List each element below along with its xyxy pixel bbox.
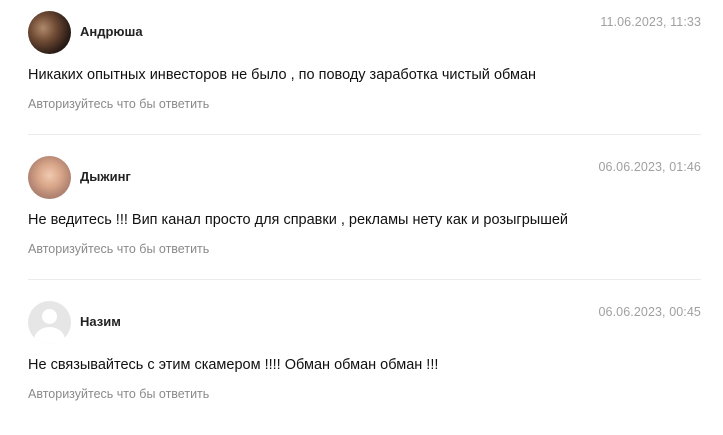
- comment-text: Не ведитесь !!! Вип канал просто для спр…: [28, 212, 568, 228]
- comment-date: 06.06.2023, 01:46: [598, 160, 701, 174]
- comment-text: Не связывайтесь с этим скамером !!!! Обм…: [28, 357, 439, 373]
- comment-author: Дыжинг: [80, 169, 131, 184]
- default-user-icon: [28, 301, 71, 344]
- reply-login-link[interactable]: Авторизуйтесь что бы ответить: [28, 386, 209, 402]
- reply-login-link[interactable]: Авторизуйтесь что бы ответить: [28, 241, 209, 257]
- comment-item: Андрюша 11.06.2023, 11:33 Никаких опытны…: [0, 0, 723, 145]
- comment-author: Андрюша: [80, 24, 143, 39]
- comment-author: Назим: [80, 314, 121, 329]
- reply-login-link[interactable]: Авторизуйтесь что бы ответить: [28, 96, 209, 112]
- comment-date: 11.06.2023, 11:33: [600, 15, 701, 29]
- comment-divider: [28, 134, 701, 135]
- user-avatar: [28, 156, 71, 199]
- comment-divider: [28, 279, 701, 280]
- comment-text: Никаких опытных инвесторов не было , по …: [28, 67, 537, 83]
- comment-item: Назим 06.06.2023, 00:45 Не связывайтесь …: [0, 290, 723, 435]
- comments-list: Андрюша 11.06.2023, 11:33 Никаких опытны…: [0, 0, 723, 406]
- comment-item: Дыжинг 06.06.2023, 01:46 Не ведитесь !!!…: [0, 145, 723, 290]
- comment-date: 06.06.2023, 00:45: [598, 305, 701, 319]
- user-avatar: [28, 11, 71, 54]
